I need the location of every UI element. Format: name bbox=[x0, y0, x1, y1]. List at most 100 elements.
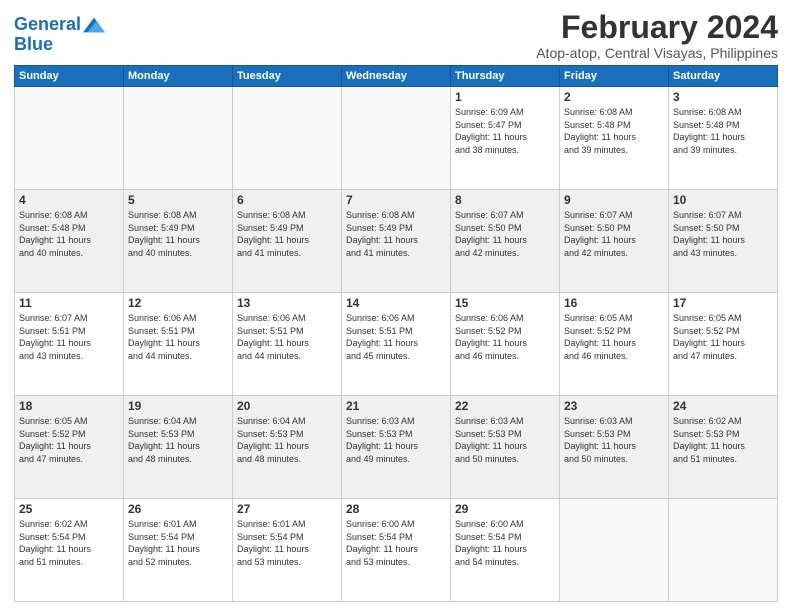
day-number: 3 bbox=[673, 90, 773, 104]
location-subtitle: Atop-atop, Central Visayas, Philippines bbox=[536, 45, 778, 61]
table-row: 12 Sunrise: 6:06 AMSunset: 5:51 PMDayligh… bbox=[124, 293, 233, 396]
header-tuesday: Tuesday bbox=[233, 66, 342, 87]
day-info: Sunrise: 6:09 AMSunset: 5:47 PMDaylight:… bbox=[455, 106, 555, 156]
table-row: 2Sunrise: 6:08 AMSunset: 5:48 PMDaylight… bbox=[560, 87, 669, 190]
day-info: Sunrise: 6:08 AMSunset: 5:48 PMDaylight:… bbox=[19, 209, 119, 259]
table-row: 11 Sunrise: 6:07 AMSunset: 5:51 PMDayligh… bbox=[15, 293, 124, 396]
day-info: Sunrise: 6:08 AMSunset: 5:49 PMDaylight:… bbox=[128, 209, 228, 259]
table-row: 25 Sunrise: 6:02 AMSunset: 5:54 PMDayligh… bbox=[15, 499, 124, 602]
day-number: 23 bbox=[564, 399, 664, 413]
header-sunday: Sunday bbox=[15, 66, 124, 87]
day-number: 14 bbox=[346, 296, 446, 310]
page: General Blue February 2024 Atop-atop, Ce… bbox=[0, 0, 792, 612]
header-wednesday: Wednesday bbox=[342, 66, 451, 87]
day-info: Sunrise: 6:06 AMSunset: 5:51 PMDaylight:… bbox=[237, 312, 337, 362]
table-row bbox=[124, 87, 233, 190]
day-number: 6 bbox=[237, 193, 337, 207]
day-info: Sunrise: 6:07 AMSunset: 5:50 PMDaylight:… bbox=[455, 209, 555, 259]
table-row: 28 Sunrise: 6:00 AMSunset: 5:54 PMDayligh… bbox=[342, 499, 451, 602]
table-row: 1 Sunrise: 6:09 AMSunset: 5:47 PMDaylight… bbox=[451, 87, 560, 190]
day-info: Sunrise: 6:00 AMSunset: 5:54 PMDaylight:… bbox=[346, 518, 446, 568]
day-info: Sunrise: 6:08 AMSunset: 5:49 PMDaylight:… bbox=[237, 209, 337, 259]
table-row: 9 Sunrise: 6:07 AMSunset: 5:50 PMDaylight… bbox=[560, 190, 669, 293]
day-number: 27 bbox=[237, 502, 337, 516]
day-info: Sunrise: 6:05 AMSunset: 5:52 PMDaylight:… bbox=[564, 312, 664, 362]
table-row bbox=[342, 87, 451, 190]
day-number: 22 bbox=[455, 399, 555, 413]
day-number: 20 bbox=[237, 399, 337, 413]
day-info: Sunrise: 6:06 AMSunset: 5:51 PMDaylight:… bbox=[128, 312, 228, 362]
day-number: 11 bbox=[19, 296, 119, 310]
calendar-week-row: 25 Sunrise: 6:02 AMSunset: 5:54 PMDayligh… bbox=[15, 499, 778, 602]
month-title: February 2024 bbox=[536, 10, 778, 45]
table-row: 16 Sunrise: 6:05 AMSunset: 5:52 PMDayligh… bbox=[560, 293, 669, 396]
table-row: 13Sunrise: 6:06 AMSunset: 5:51 PMDayligh… bbox=[233, 293, 342, 396]
table-row: 4 Sunrise: 6:08 AMSunset: 5:48 PMDaylight… bbox=[15, 190, 124, 293]
day-number: 4 bbox=[19, 193, 119, 207]
table-row: 8 Sunrise: 6:07 AMSunset: 5:50 PMDaylight… bbox=[451, 190, 560, 293]
day-info: Sunrise: 6:01 AMSunset: 5:54 PMDaylight:… bbox=[128, 518, 228, 568]
header-friday: Friday bbox=[560, 66, 669, 87]
table-row: 10Sunrise: 6:07 AMSunset: 5:50 PMDayligh… bbox=[669, 190, 778, 293]
day-info: Sunrise: 6:04 AMSunset: 5:53 PMDaylight:… bbox=[128, 415, 228, 465]
day-info: Sunrise: 6:03 AMSunset: 5:53 PMDaylight:… bbox=[455, 415, 555, 465]
day-number: 18 bbox=[19, 399, 119, 413]
calendar-week-row: 1 Sunrise: 6:09 AMSunset: 5:47 PMDaylight… bbox=[15, 87, 778, 190]
day-number: 24 bbox=[673, 399, 773, 413]
header: General Blue February 2024 Atop-atop, Ce… bbox=[14, 10, 778, 61]
day-number: 1 bbox=[455, 90, 555, 104]
day-info: Sunrise: 6:06 AMSunset: 5:52 PMDaylight:… bbox=[455, 312, 555, 362]
table-row bbox=[669, 499, 778, 602]
day-info: Sunrise: 6:08 AMSunset: 5:49 PMDaylight:… bbox=[346, 209, 446, 259]
table-row: 15 Sunrise: 6:06 AMSunset: 5:52 PMDayligh… bbox=[451, 293, 560, 396]
day-number: 12 bbox=[128, 296, 228, 310]
table-row: 7 Sunrise: 6:08 AMSunset: 5:49 PMDaylight… bbox=[342, 190, 451, 293]
calendar-week-row: 18Sunrise: 6:05 AMSunset: 5:52 PMDayligh… bbox=[15, 396, 778, 499]
day-info: Sunrise: 6:07 AMSunset: 5:51 PMDaylight:… bbox=[19, 312, 119, 362]
header-thursday: Thursday bbox=[451, 66, 560, 87]
day-number: 28 bbox=[346, 502, 446, 516]
table-row: 6 Sunrise: 6:08 AMSunset: 5:49 PMDaylight… bbox=[233, 190, 342, 293]
day-number: 9 bbox=[564, 193, 664, 207]
table-row: 20Sunrise: 6:04 AMSunset: 5:53 PMDayligh… bbox=[233, 396, 342, 499]
logo-text-line2: Blue bbox=[14, 34, 105, 55]
calendar-week-row: 4 Sunrise: 6:08 AMSunset: 5:48 PMDaylight… bbox=[15, 190, 778, 293]
day-number: 25 bbox=[19, 502, 119, 516]
header-saturday: Saturday bbox=[669, 66, 778, 87]
table-row: 18Sunrise: 6:05 AMSunset: 5:52 PMDayligh… bbox=[15, 396, 124, 499]
day-info: Sunrise: 6:05 AMSunset: 5:52 PMDaylight:… bbox=[673, 312, 773, 362]
header-monday: Monday bbox=[124, 66, 233, 87]
day-number: 5 bbox=[128, 193, 228, 207]
table-row: 22 Sunrise: 6:03 AMSunset: 5:53 PMDayligh… bbox=[451, 396, 560, 499]
day-info: Sunrise: 6:01 AMSunset: 5:54 PMDaylight:… bbox=[237, 518, 337, 568]
table-row: 3Sunrise: 6:08 AMSunset: 5:48 PMDaylight… bbox=[669, 87, 778, 190]
logo: General Blue bbox=[14, 14, 105, 55]
day-info: Sunrise: 6:06 AMSunset: 5:51 PMDaylight:… bbox=[346, 312, 446, 362]
day-number: 15 bbox=[455, 296, 555, 310]
table-row: 17Sunrise: 6:05 AMSunset: 5:52 PMDayligh… bbox=[669, 293, 778, 396]
table-row: 21 Sunrise: 6:03 AMSunset: 5:53 PMDayligh… bbox=[342, 396, 451, 499]
day-info: Sunrise: 6:03 AMSunset: 5:53 PMDaylight:… bbox=[346, 415, 446, 465]
day-number: 29 bbox=[455, 502, 555, 516]
day-info: Sunrise: 6:02 AMSunset: 5:53 PMDaylight:… bbox=[673, 415, 773, 465]
day-info: Sunrise: 6:07 AMSunset: 5:50 PMDaylight:… bbox=[564, 209, 664, 259]
table-row: 27 Sunrise: 6:01 AMSunset: 5:54 PMDayligh… bbox=[233, 499, 342, 602]
title-block: February 2024 Atop-atop, Central Visayas… bbox=[536, 10, 778, 61]
day-info: Sunrise: 6:00 AMSunset: 5:54 PMDaylight:… bbox=[455, 518, 555, 568]
table-row: 29 Sunrise: 6:00 AMSunset: 5:54 PMDayligh… bbox=[451, 499, 560, 602]
day-number: 21 bbox=[346, 399, 446, 413]
day-number: 10 bbox=[673, 193, 773, 207]
table-row: 5 Sunrise: 6:08 AMSunset: 5:49 PMDaylight… bbox=[124, 190, 233, 293]
table-row: 14 Sunrise: 6:06 AMSunset: 5:51 PMDayligh… bbox=[342, 293, 451, 396]
day-number: 7 bbox=[346, 193, 446, 207]
logo-icon bbox=[83, 14, 105, 36]
calendar-week-row: 11 Sunrise: 6:07 AMSunset: 5:51 PMDayligh… bbox=[15, 293, 778, 396]
table-row bbox=[560, 499, 669, 602]
table-row: 24 Sunrise: 6:02 AMSunset: 5:53 PMDayligh… bbox=[669, 396, 778, 499]
day-number: 2 bbox=[564, 90, 664, 104]
table-row: 26Sunrise: 6:01 AMSunset: 5:54 PMDayligh… bbox=[124, 499, 233, 602]
day-number: 19 bbox=[128, 399, 228, 413]
day-number: 16 bbox=[564, 296, 664, 310]
day-number: 8 bbox=[455, 193, 555, 207]
day-info: Sunrise: 6:02 AMSunset: 5:54 PMDaylight:… bbox=[19, 518, 119, 568]
